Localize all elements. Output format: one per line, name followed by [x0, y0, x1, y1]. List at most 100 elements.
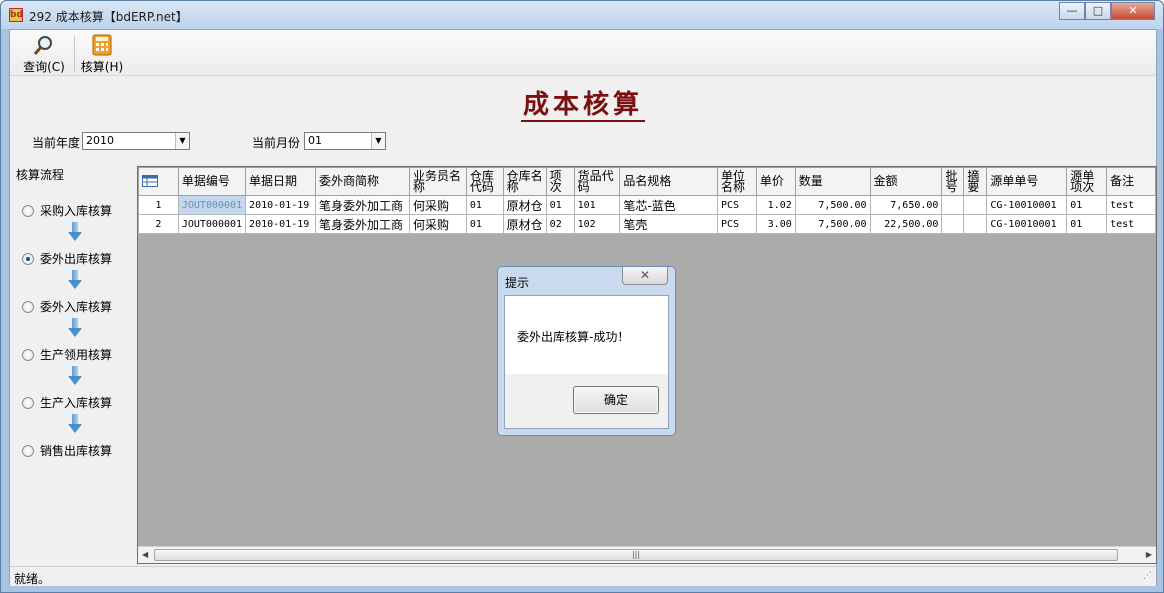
- table-cell[interactable]: 笔壳: [619, 214, 718, 234]
- table-cell[interactable]: 原材仓: [502, 214, 547, 234]
- column-header[interactable]: 金额: [869, 167, 943, 196]
- column-header[interactable]: 单据编号: [177, 167, 247, 196]
- column-header[interactable]: 单据日期: [245, 167, 317, 196]
- flow-option[interactable]: 委外入库核算: [22, 298, 112, 315]
- table-cell[interactable]: 3.00: [755, 214, 796, 234]
- app-logo-icon: bd: [9, 8, 23, 22]
- column-header[interactable]: 委外商简称: [315, 167, 410, 196]
- table-cell[interactable]: 02: [545, 214, 575, 234]
- radio-button[interactable]: [22, 444, 34, 457]
- table-cell[interactable]: 01: [1066, 195, 1108, 215]
- toolbar: 查询(C) 核算(H): [10, 30, 1156, 76]
- radio-button[interactable]: [22, 396, 34, 409]
- grid-table: 单据编号 单据日期 委外商简称 业务员名称 仓库代码 仓库名称 项次 货品代码 品名规格 单位名称…: [138, 167, 1156, 234]
- table-row[interactable]: 1 JOUT000001 2010-01-19 笔身委外加工商 何采购 01 原材仓 01 10…: [138, 195, 1156, 215]
- minimize-button[interactable]: —: [1059, 2, 1085, 20]
- table-cell[interactable]: test: [1106, 195, 1156, 215]
- flow-option[interactable]: 生产入库核算: [22, 394, 112, 411]
- column-header[interactable]: 品名规格: [619, 167, 718, 196]
- radio-button[interactable]: [22, 300, 34, 313]
- month-label: 当前月份: [252, 136, 301, 150]
- flow-option-label: 委外入库核算: [40, 300, 113, 314]
- column-header[interactable]: 数量: [794, 167, 871, 196]
- table-cell[interactable]: 笔身委外加工商: [315, 214, 410, 234]
- table-cell[interactable]: CG-10010001: [986, 195, 1068, 215]
- column-header[interactable]: 仓库名称: [502, 167, 547, 196]
- table-cell[interactable]: [941, 214, 965, 234]
- close-button[interactable]: ✕: [1111, 2, 1155, 20]
- calculator-icon: [92, 34, 112, 56]
- table-cell[interactable]: 2010-01-19: [245, 195, 317, 215]
- query-button[interactable]: 查询(C): [20, 34, 68, 74]
- flow-option[interactable]: 委外出库核算: [22, 250, 112, 267]
- scrollbar-thumb[interactable]: |||: [154, 549, 1118, 561]
- dialog-close-button[interactable]: ✕: [622, 267, 668, 285]
- column-header[interactable]: 源单项次: [1066, 167, 1108, 196]
- flow-option-label: 委外出库核算: [40, 252, 113, 266]
- year-select[interactable]: 2010 ▼: [82, 132, 190, 150]
- table-cell[interactable]: JOUT000001: [177, 195, 247, 215]
- ok-button[interactable]: 确定: [573, 386, 659, 414]
- table-cell[interactable]: 01: [545, 195, 575, 215]
- dialog-message: 委外出库核算-成功！: [517, 330, 630, 344]
- flow-option-label: 生产入库核算: [40, 396, 113, 410]
- table-row[interactable]: 2 JOUT000001 2010-01-19 笔身委外加工商 何采购 01 原材仓 02 10…: [138, 214, 1156, 234]
- table-cell[interactable]: 何采购: [408, 195, 467, 215]
- table-cell[interactable]: 1.02: [755, 195, 796, 215]
- maximize-button[interactable]: □: [1085, 2, 1111, 20]
- month-select[interactable]: 01 ▼: [304, 132, 386, 150]
- dialog-body: 委外出库核算-成功！ 确定: [504, 295, 669, 429]
- radio-button[interactable]: [22, 204, 34, 217]
- table-cell[interactable]: [963, 214, 988, 234]
- table-cell[interactable]: 22,500.00: [869, 214, 943, 234]
- table-cell[interactable]: 01: [1066, 214, 1108, 234]
- flow-option[interactable]: 销售出库核算: [22, 442, 112, 459]
- table-cell[interactable]: 01: [465, 195, 504, 215]
- resize-grip-icon[interactable]: ⋰: [1143, 571, 1152, 581]
- column-header[interactable]: 摘要: [963, 167, 988, 196]
- title-bar[interactable]: bd 292 成本核算【bdERP.net】 — □ ✕: [1, 1, 1163, 29]
- column-header[interactable]: 项次: [545, 167, 575, 196]
- table-cell[interactable]: 原材仓: [502, 195, 547, 215]
- grid-corner[interactable]: [138, 167, 179, 196]
- table-cell[interactable]: PCS: [716, 214, 757, 234]
- column-header[interactable]: 业务员名称: [408, 167, 467, 196]
- table-cell[interactable]: 7,650.00: [869, 195, 943, 215]
- table-cell[interactable]: 7,500.00: [794, 214, 871, 234]
- column-header[interactable]: 备注: [1106, 167, 1156, 196]
- table-cell[interactable]: [941, 195, 965, 215]
- row-number[interactable]: 2: [138, 214, 179, 234]
- table-cell[interactable]: CG-10010001: [986, 214, 1068, 234]
- column-header[interactable]: 货品代码: [573, 167, 621, 196]
- table-cell[interactable]: 7,500.00: [794, 195, 871, 215]
- scroll-right-icon[interactable]: ▶: [1146, 550, 1152, 559]
- table-cell[interactable]: 101: [573, 195, 621, 215]
- table-cell[interactable]: 01: [465, 214, 504, 234]
- column-header[interactable]: 仓库代码: [465, 167, 504, 196]
- table-cell[interactable]: [963, 195, 988, 215]
- scroll-left-icon[interactable]: ◀: [142, 550, 148, 559]
- column-header[interactable]: 批号: [941, 167, 965, 196]
- table-cell[interactable]: PCS: [716, 195, 757, 215]
- calculate-button[interactable]: 核算(H): [80, 34, 124, 74]
- window-title: 292 成本核算【bdERP.net】: [29, 10, 188, 24]
- table-cell[interactable]: 笔芯-蓝色: [619, 195, 718, 215]
- row-number[interactable]: 1: [138, 195, 179, 215]
- table-cell[interactable]: 何采购: [408, 214, 467, 234]
- table-cell[interactable]: 2010-01-19: [245, 214, 317, 234]
- column-header[interactable]: 单位名称: [716, 167, 757, 196]
- calculate-button-label: 核算(H): [80, 60, 124, 74]
- table-cell[interactable]: 102: [573, 214, 621, 234]
- arrow-down-icon: [68, 270, 82, 290]
- table-cell[interactable]: 笔身委外加工商: [315, 195, 410, 215]
- flow-option[interactable]: 采购入库核算: [22, 202, 112, 219]
- horizontal-scrollbar[interactable]: ◀ ||| ▶: [138, 546, 1156, 563]
- radio-button[interactable]: [22, 252, 34, 265]
- table-cell[interactable]: JOUT000001: [177, 214, 247, 234]
- column-header[interactable]: 源单单号: [986, 167, 1068, 196]
- radio-button[interactable]: [22, 348, 34, 361]
- query-button-label: 查询(C): [23, 60, 65, 74]
- table-cell[interactable]: test: [1106, 214, 1156, 234]
- column-header[interactable]: 单价: [755, 167, 796, 196]
- flow-option[interactable]: 生产领用核算: [22, 346, 112, 363]
